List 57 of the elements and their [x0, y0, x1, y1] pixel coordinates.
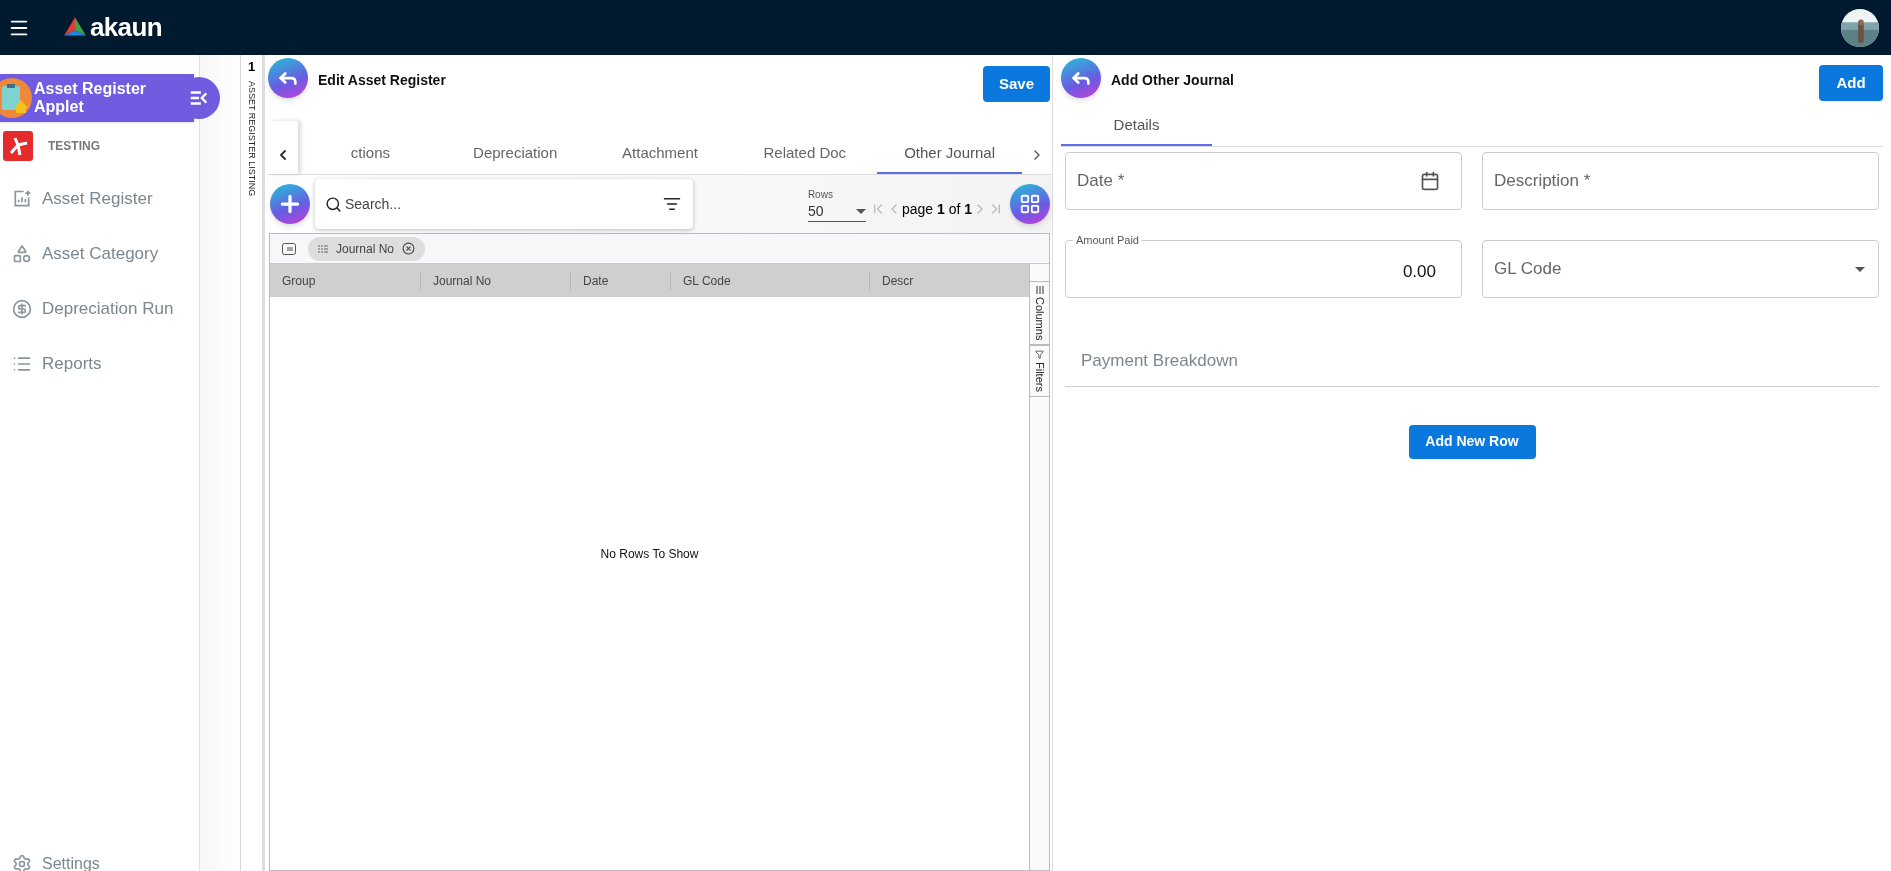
side-panel-button[interactable]: Filters	[1030, 345, 1049, 398]
rows-select[interactable]: 50	[807, 201, 866, 222]
panel-title: Add Other Journal	[1111, 71, 1234, 90]
grid-view-button[interactable]	[1010, 184, 1050, 224]
search-field[interactable]: Search...	[315, 179, 693, 229]
panel-title: Edit Asset Register	[318, 71, 446, 90]
org-logo-icon	[3, 131, 33, 161]
sidebar-item[interactable]: Asset Register	[0, 171, 199, 226]
dropdown-icon	[1855, 266, 1865, 272]
empty-message: No Rows To Show	[600, 545, 699, 563]
rows-label: Rows	[807, 187, 834, 202]
date-field[interactable]: Date *	[1065, 152, 1462, 210]
filter-icon[interactable]	[663, 195, 681, 213]
column-header[interactable]: Group	[270, 271, 420, 290]
grid-icon	[1019, 193, 1041, 215]
listing-label: ASSET REGISTER LISTING	[246, 80, 259, 196]
settings-icon	[12, 854, 32, 871]
sidebar-item[interactable]: Asset Category	[0, 226, 199, 281]
page-indicator: page 1 of 1	[901, 199, 972, 219]
columns-icon	[1035, 286, 1044, 294]
applet-title: Asset Register Applet	[34, 80, 148, 116]
sidebar-item[interactable]: Reports	[0, 336, 199, 391]
add-button[interactable]	[270, 184, 310, 224]
logo-text: akaun	[90, 11, 162, 44]
group-panel-icon	[282, 242, 296, 255]
side-panel-button[interactable]: Columns	[1030, 281, 1049, 346]
remove-icon[interactable]	[402, 242, 416, 255]
org-name: TESTING	[48, 138, 100, 155]
tab[interactable]: Attachment	[587, 135, 733, 174]
dropdown-icon	[855, 208, 866, 214]
sidebar-item-icon	[12, 188, 32, 209]
column-header[interactable]: Journal No	[420, 271, 570, 290]
sidebar-item-icon	[12, 298, 32, 319]
column-header[interactable]: GL Code	[670, 271, 869, 290]
column-header[interactable]: Date	[570, 271, 670, 290]
calendar-icon[interactable]	[1420, 171, 1440, 191]
description-field[interactable]: Description *	[1482, 152, 1879, 210]
filter-icon	[1035, 350, 1044, 360]
listing-tab[interactable]: 1 ASSET REGISTER LISTING	[241, 55, 265, 871]
back-button[interactable]	[1061, 58, 1101, 98]
save-button[interactable]: Save	[983, 66, 1050, 102]
tab[interactable]: Related Doc	[732, 135, 878, 174]
sidebar-item-icon	[12, 243, 32, 264]
add-new-row-button[interactable]: Add New Row	[1408, 424, 1536, 459]
group-chip[interactable]: Journal No	[308, 236, 426, 261]
tab[interactable]: ctions	[298, 135, 443, 174]
add-button[interactable]: Add	[1819, 65, 1883, 101]
tab[interactable]: Details	[1061, 107, 1212, 146]
gl-code-select[interactable]: GL Code	[1482, 240, 1879, 298]
listing-count: 1	[247, 58, 256, 76]
section-title: Payment Breakdown	[1081, 351, 1238, 370]
drag-handle-icon	[318, 244, 328, 253]
applet-icon	[0, 78, 32, 118]
back-button[interactable]	[268, 58, 308, 98]
tab[interactable]: Depreciation	[442, 135, 588, 174]
sidebar-item[interactable]: Depreciation Run	[0, 281, 199, 336]
search-icon	[325, 196, 342, 213]
